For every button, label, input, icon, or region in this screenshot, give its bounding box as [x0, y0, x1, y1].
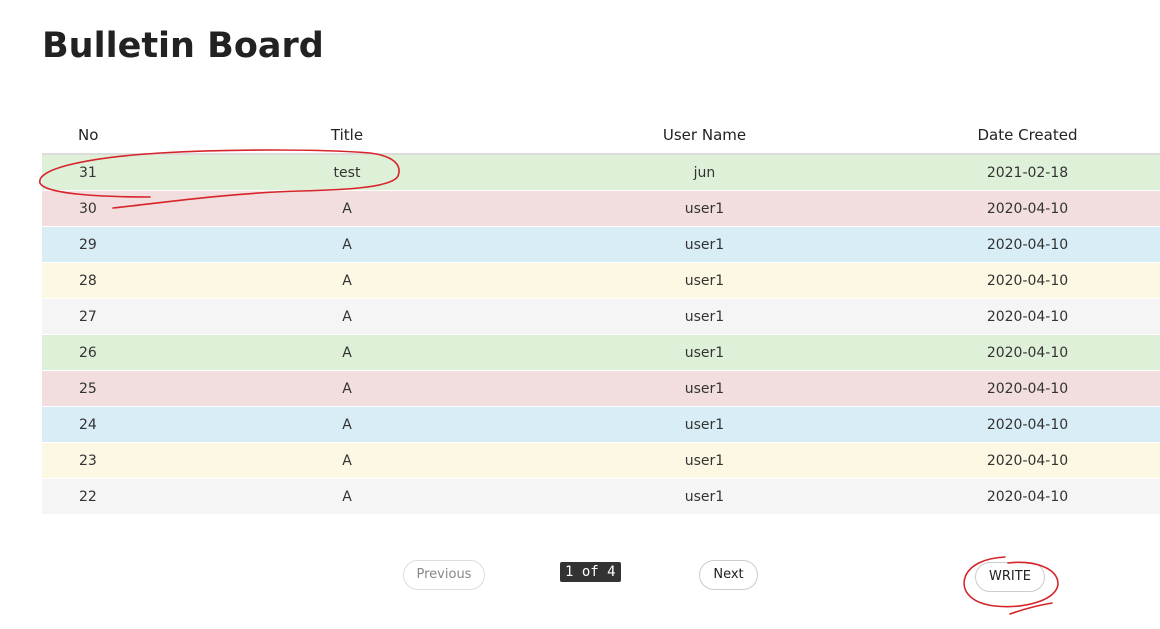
cell-title-link[interactable]: test [162, 153, 532, 191]
cell-title-link[interactable]: A [162, 478, 532, 514]
cell-date-created: 2020-04-10 [877, 262, 1160, 299]
cell-no: 31 [42, 153, 162, 191]
cell-title-link[interactable]: A [162, 262, 532, 299]
cell-date-created: 2020-04-10 [877, 334, 1160, 371]
cell-no: 25 [42, 370, 162, 407]
table-row[interactable]: 22 A user1 2020-04-10 [42, 478, 1160, 514]
header-no: No [42, 116, 162, 155]
cell-date-created: 2020-04-10 [877, 298, 1160, 335]
next-button[interactable]: Next [699, 560, 758, 590]
cell-date-created: 2021-02-18 [877, 153, 1160, 191]
previous-button[interactable]: Previous [403, 560, 485, 590]
cell-user-name: user1 [532, 298, 877, 335]
page-indicator: 1 of 4 [560, 562, 621, 582]
cell-title-link[interactable]: A [162, 298, 532, 335]
table-row[interactable]: 29 A user1 2020-04-10 [42, 226, 1160, 263]
cell-user-name: user1 [532, 478, 877, 514]
cell-title-link[interactable]: A [162, 226, 532, 263]
cell-user-name: user1 [532, 190, 877, 227]
cell-no: 26 [42, 334, 162, 371]
cell-title-link[interactable]: A [162, 334, 532, 371]
cell-no: 22 [42, 478, 162, 514]
cell-date-created: 2020-04-10 [877, 442, 1160, 479]
cell-user-name: user1 [532, 226, 877, 263]
cell-user-name: user1 [532, 442, 877, 479]
header-user-name: User Name [532, 116, 877, 155]
cell-user-name: user1 [532, 370, 877, 407]
table-row[interactable]: 27 A user1 2020-04-10 [42, 298, 1160, 335]
cell-user-name: user1 [532, 406, 877, 443]
cell-date-created: 2020-04-10 [877, 370, 1160, 407]
cell-user-name: user1 [532, 262, 877, 299]
table-row[interactable]: 31 test jun 2021-02-18 [42, 153, 1160, 191]
cell-no: 27 [42, 298, 162, 335]
cell-date-created: 2020-04-10 [877, 478, 1160, 514]
table-row[interactable]: 28 A user1 2020-04-10 [42, 262, 1160, 299]
cell-date-created: 2020-04-10 [877, 406, 1160, 443]
table-row[interactable]: 23 A user1 2020-04-10 [42, 442, 1160, 479]
table-row[interactable]: 25 A user1 2020-04-10 [42, 370, 1160, 407]
cell-no: 23 [42, 442, 162, 479]
bulletin-table: No Title User Name Date Created 31 test … [42, 116, 1160, 514]
cell-title-link[interactable]: A [162, 442, 532, 479]
cell-no: 30 [42, 190, 162, 227]
table-header-row: No Title User Name Date Created [42, 116, 1160, 155]
table-row[interactable]: 30 A user1 2020-04-10 [42, 190, 1160, 227]
cell-title-link[interactable]: A [162, 190, 532, 227]
header-date-created: Date Created [877, 116, 1160, 155]
header-title: Title [162, 116, 532, 155]
cell-title-link[interactable]: A [162, 406, 532, 443]
cell-user-name: jun [532, 153, 877, 191]
write-button[interactable]: WRITE [975, 562, 1045, 592]
cell-date-created: 2020-04-10 [877, 190, 1160, 227]
cell-no: 24 [42, 406, 162, 443]
cell-no: 28 [42, 262, 162, 299]
cell-date-created: 2020-04-10 [877, 226, 1160, 263]
cell-no: 29 [42, 226, 162, 263]
cell-user-name: user1 [532, 334, 877, 371]
cell-title-link[interactable]: A [162, 370, 532, 407]
table-row[interactable]: 26 A user1 2020-04-10 [42, 334, 1160, 371]
table-row[interactable]: 24 A user1 2020-04-10 [42, 406, 1160, 443]
page-title: Bulletin Board [42, 26, 324, 66]
